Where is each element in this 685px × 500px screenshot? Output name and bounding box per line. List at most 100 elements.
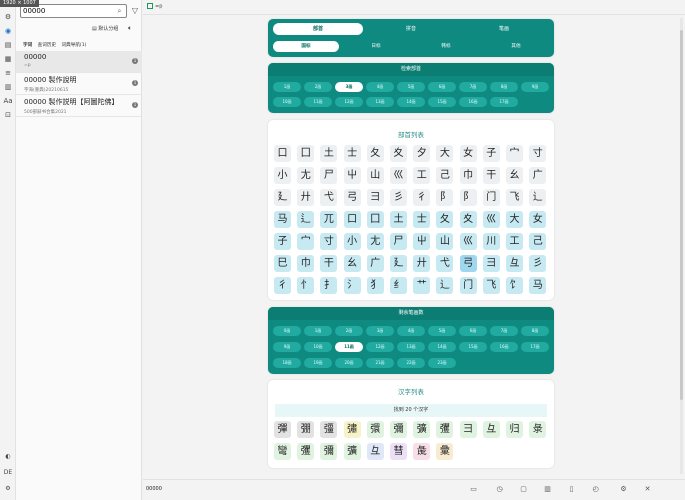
radical-cell[interactable]: 彳: [413, 189, 431, 206]
radical-cell[interactable]: 彡: [529, 255, 547, 272]
folder-icon[interactable]: ▥: [543, 485, 552, 494]
char-cell[interactable]: 彑: [482, 421, 500, 438]
stroke-pill[interactable]: 5画: [397, 82, 425, 92]
radical-cell[interactable]: 口: [274, 145, 291, 162]
clock-icon[interactable]: ◷: [495, 485, 504, 494]
radical-cell[interactable]: 土: [320, 145, 338, 162]
char-cell[interactable]: 归: [506, 421, 523, 438]
radical-cell[interactable]: 山: [436, 233, 454, 250]
radical-cell[interactable]: 尢: [366, 233, 384, 250]
stroke-pill[interactable]: 8画: [490, 82, 518, 92]
radical-cell[interactable]: 辶: [436, 277, 454, 294]
radical-cell[interactable]: 扌: [320, 277, 338, 294]
radical-cell[interactable]: 巾: [297, 255, 315, 272]
gear-icon[interactable]: ⚙: [3, 12, 13, 22]
radical-cell[interactable]: 廾: [297, 189, 315, 206]
radical-cell[interactable]: 飞: [482, 277, 500, 294]
mode-tab[interactable]: 部首: [273, 23, 363, 35]
radical-cell[interactable]: 山: [366, 167, 384, 184]
settings-icon[interactable]: ⚙: [3, 484, 13, 494]
radical-cell[interactable]: 士: [343, 145, 361, 162]
char-cell[interactable]: 彑: [366, 443, 384, 460]
stroke-pill[interactable]: 11画: [304, 97, 332, 107]
radical-cell[interactable]: 大: [506, 211, 523, 228]
char-cell[interactable]: 弸: [297, 421, 315, 438]
radical-cell[interactable]: 马: [529, 277, 547, 294]
remaining-stroke-pill[interactable]: 0画: [273, 326, 301, 336]
scrollbar-thumb[interactable]: [680, 30, 683, 400]
result-item[interactable]: 00000 =p 1: [16, 51, 142, 73]
result-item[interactable]: 00000 製作説明【阿圖陀佛】 500部辭书合集2021 1: [16, 95, 142, 117]
radical-cell[interactable]: 巛: [390, 167, 407, 184]
filter-icon[interactable]: ▽: [130, 6, 140, 16]
remaining-stroke-pill[interactable]: 9画: [273, 342, 301, 352]
mode-tab[interactable]: 笔画: [459, 23, 549, 35]
radical-cell[interactable]: 大: [436, 145, 454, 162]
radical-cell[interactable]: 巳: [274, 255, 291, 272]
remaining-stroke-pill[interactable]: 12画: [366, 342, 394, 352]
radical-cell[interactable]: 川: [482, 233, 500, 250]
radical-cell[interactable]: 屮: [413, 233, 431, 250]
remaining-stroke-pill[interactable]: 21画: [366, 358, 394, 368]
radical-cell[interactable]: 夊: [390, 145, 407, 162]
radical-cell[interactable]: 干: [320, 255, 338, 272]
info-badge[interactable]: 1: [132, 58, 138, 64]
radical-cell[interactable]: 弋: [320, 189, 338, 206]
radical-cell[interactable]: 广: [366, 255, 384, 272]
radical-cell[interactable]: 夕: [413, 145, 431, 162]
radical-cell[interactable]: 寸: [320, 233, 338, 250]
radical-cell[interactable]: 夊: [459, 211, 477, 228]
chat-icon[interactable]: ▢: [519, 485, 528, 494]
remaining-stroke-pill[interactable]: 11画: [335, 342, 363, 352]
radical-cell[interactable]: 彑: [506, 255, 523, 272]
bookmark-icon[interactable]: ⊡: [3, 110, 13, 120]
remaining-stroke-pill[interactable]: 10画: [304, 342, 332, 352]
radical-cell[interactable]: 彡: [390, 189, 407, 206]
standard-tab[interactable]: 日标: [343, 41, 409, 52]
language-icon[interactable]: DE: [3, 468, 13, 478]
remaining-stroke-pill[interactable]: 23画: [428, 358, 456, 368]
radical-cell[interactable]: 廴: [274, 189, 291, 206]
close-icon[interactable]: ✕: [643, 485, 652, 494]
stroke-pill[interactable]: 7画: [459, 82, 487, 92]
radical-cell[interactable]: 工: [506, 233, 523, 250]
remaining-stroke-pill[interactable]: 2画: [335, 326, 363, 336]
radical-cell[interactable]: 饣: [506, 277, 523, 294]
radical-cell[interactable]: 女: [459, 145, 477, 162]
radical-cell[interactable]: 兀: [320, 211, 338, 228]
char-cell[interactable]: 彗: [390, 443, 407, 460]
stroke-pill[interactable]: 13画: [366, 97, 394, 107]
remaining-stroke-pill[interactable]: 3画: [366, 326, 394, 336]
tab-dict-nav[interactable]: 词典导航(1): [62, 43, 87, 48]
radical-cell[interactable]: 忄: [297, 277, 315, 294]
radical-cell[interactable]: 己: [436, 167, 454, 184]
stroke-pill[interactable]: 6画: [428, 82, 456, 92]
radical-cell[interactable]: 子: [482, 145, 500, 162]
grid-icon[interactable]: ▦: [3, 54, 13, 64]
radical-cell[interactable]: 小: [274, 167, 291, 184]
stroke-pill[interactable]: 15画: [428, 97, 456, 107]
char-cell[interactable]: 彍: [343, 443, 361, 460]
stroke-pill[interactable]: 17画: [490, 97, 518, 107]
radical-cell[interactable]: ⻖: [436, 189, 454, 206]
radical-cell[interactable]: 幺: [343, 255, 361, 272]
radical-cell[interactable]: 弓: [343, 189, 361, 206]
radical-cell[interactable]: 幺: [506, 167, 523, 184]
remaining-stroke-pill[interactable]: 15画: [459, 342, 487, 352]
standard-tab[interactable]: 韩标: [413, 41, 479, 52]
remaining-stroke-pill[interactable]: 18画: [273, 358, 301, 368]
radical-cell[interactable]: 彳: [274, 277, 291, 294]
radical-cell[interactable]: 工: [413, 167, 431, 184]
remaining-stroke-pill[interactable]: 6画: [459, 326, 487, 336]
radical-cell[interactable]: 夂: [436, 211, 454, 228]
stroke-pill[interactable]: 4画: [366, 82, 394, 92]
stroke-pill[interactable]: 10画: [273, 97, 301, 107]
radical-cell[interactable]: 飞: [506, 189, 523, 206]
stroke-pill[interactable]: 14画: [397, 97, 425, 107]
stroke-pill[interactable]: 1画: [273, 82, 301, 92]
remaining-stroke-pill[interactable]: 17画: [521, 342, 549, 352]
char-cell[interactable]: 彌: [390, 421, 407, 438]
remaining-stroke-pill[interactable]: 8画: [521, 326, 549, 336]
radical-cell[interactable]: 口: [343, 211, 361, 228]
stroke-pill[interactable]: 2画: [304, 82, 332, 92]
